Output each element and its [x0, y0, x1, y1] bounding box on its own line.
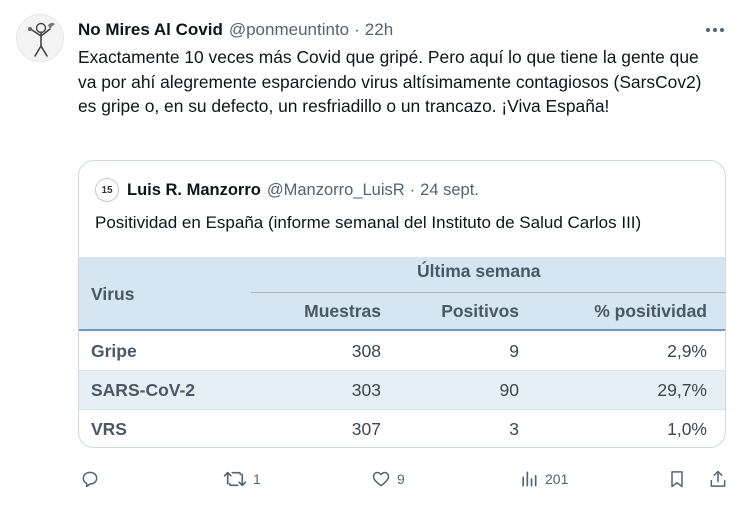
tweet: No Mires Al Covid @ponmeuntinto · 22h Ex… — [0, 0, 748, 506]
quoted-tweet[interactable]: 15 Luis R. Manzorro @Manzorro_LuisR · 24… — [78, 160, 726, 448]
retweet-icon — [223, 471, 247, 487]
quote-separator: · — [409, 180, 416, 199]
col-positividad-header: % positividad — [594, 301, 707, 321]
cell-muestras: 307 — [351, 419, 381, 439]
group-header-last-week: Última semana — [417, 261, 541, 281]
tweet-text: Exactamente 10 veces más Covid que gripé… — [78, 47, 702, 116]
cell-virus: SARS-CoV-2 — [91, 380, 196, 400]
tweet-actions: 1 9 201 — [0, 466, 748, 494]
positivity-table-image[interactable]: Virus Última semana Muestras Positivos %… — [79, 257, 725, 447]
col-positivos-header: Positivos — [441, 301, 519, 321]
avatar-illustration-icon — [17, 15, 63, 61]
more-options-button[interactable] — [700, 18, 730, 42]
like-count: 9 — [397, 471, 405, 487]
reply-button[interactable] — [80, 466, 100, 492]
group-header-divider — [251, 292, 725, 293]
cell-positivos: 3 — [509, 419, 519, 439]
quote-text: Positividad en España (informe semanal d… — [95, 213, 642, 232]
author-avatar[interactable] — [16, 14, 64, 62]
author-handle[interactable]: @ponmeuntinto — [229, 20, 349, 40]
cell-positivos: 90 — [499, 380, 519, 400]
quote-date[interactable]: 24 sept. — [420, 181, 479, 200]
retweet-button[interactable]: 1 — [223, 466, 261, 492]
tweet-header: No Mires Al Covid @ponmeuntinto · 22h — [78, 18, 393, 42]
heart-icon — [372, 471, 390, 487]
table-header: Virus Última semana Muestras Positivos %… — [79, 257, 725, 331]
share-icon — [710, 470, 726, 487]
cell-positividad: 2,9% — [667, 341, 707, 361]
author-name[interactable]: No Mires Al Covid — [78, 20, 223, 40]
col-virus-header: Virus — [91, 284, 135, 304]
views-bar-chart-icon — [522, 471, 537, 487]
bookmark-icon — [671, 471, 683, 488]
header-separator: · — [354, 20, 360, 39]
like-button[interactable]: 9 — [371, 466, 405, 492]
bookmark-button[interactable] — [667, 466, 687, 492]
tweet-timestamp[interactable]: 22h — [365, 20, 393, 40]
share-button[interactable] — [708, 466, 728, 492]
cell-virus: Gripe — [91, 341, 137, 361]
cell-muestras: 308 — [351, 341, 381, 361]
cell-muestras: 303 — [351, 380, 381, 400]
retweet-count: 1 — [253, 471, 261, 487]
table-row: Gripe 308 9 2,9% — [79, 332, 725, 370]
cell-positividad: 1,0% — [667, 419, 707, 439]
cell-positivos: 9 — [509, 341, 519, 361]
views-button[interactable]: 201 — [519, 466, 568, 492]
more-horizontal-icon — [706, 28, 724, 32]
quote-header: 15 Luis R. Manzorro @Manzorro_LuisR · 24… — [95, 178, 479, 202]
cell-virus: VRS — [91, 419, 127, 439]
views-count: 201 — [545, 471, 569, 487]
quote-author-handle[interactable]: @Manzorro_LuisR — [267, 181, 405, 200]
cell-positividad: 29,7% — [657, 380, 707, 400]
quote-author-name[interactable]: Luis R. Manzorro — [127, 181, 261, 200]
col-muestras-header: Muestras — [304, 301, 381, 321]
table-row: VRS 307 3 1,0% — [79, 410, 725, 447]
reply-icon — [82, 471, 98, 488]
quote-avatar[interactable]: 15 — [95, 178, 119, 202]
table-row: SARS-CoV-2 303 90 29,7% — [79, 371, 725, 409]
